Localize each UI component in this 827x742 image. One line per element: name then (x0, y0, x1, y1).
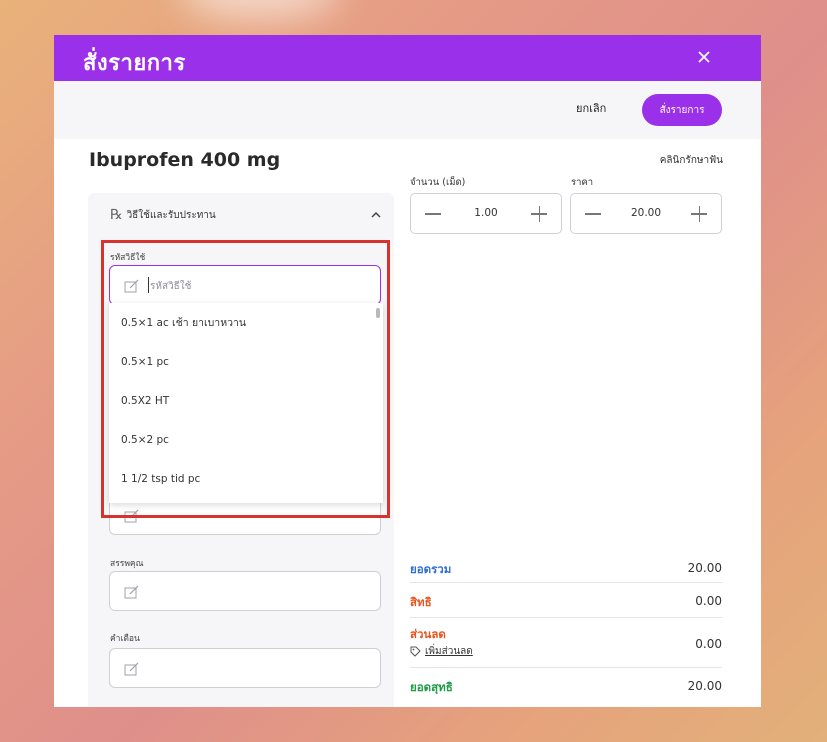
properties-input[interactable] (109, 571, 381, 611)
add-discount-label[interactable]: เพิ่มส่วนลด (425, 644, 473, 659)
quantity-label: จำนวน (เม็ด) (410, 177, 466, 188)
dropdown-option[interactable]: 0.5×1 pc (109, 342, 383, 381)
price-stepper[interactable]: 20.00 (570, 193, 722, 234)
dropdown-option[interactable]: 1 1/2 tsp tid pc (109, 459, 383, 498)
usage-code-input[interactable]: รหัสวิธีใช้ (109, 265, 381, 305)
action-bar: ยกเลิก สั่งรายการ (54, 81, 761, 139)
modal-header: สั่งรายการ (54, 35, 761, 81)
summary-rights-row: สิทธิ 0.00 (410, 591, 722, 618)
warning-input[interactable] (109, 648, 381, 688)
edit-icon (124, 585, 139, 599)
usage-code-label: รหัสวิธีใช้ (110, 253, 146, 263)
dropdown-scrollbar[interactable] (376, 308, 380, 318)
price-label: ราคา (571, 177, 594, 188)
modal-title: สั่งรายการ (83, 51, 186, 76)
order-modal: สั่งรายการ ยกเลิก สั่งรายการ Ibuprofen 4… (54, 35, 761, 707)
chevron-up-icon[interactable] (370, 211, 382, 219)
dropdown-option[interactable]: 0.5X2 HT (109, 381, 383, 420)
cancel-button[interactable]: ยกเลิก (576, 99, 606, 117)
order-button[interactable]: สั่งรายการ (642, 94, 722, 126)
usage-code-dropdown[interactable]: 0.5×1 ac เช้า ยาเบาหวาน 0.5×1 pc 0.5X2 H… (109, 303, 383, 503)
usage-code-placeholder: รหัสวิธีใช้ (150, 281, 192, 292)
rights-label: สิทธิ (410, 595, 432, 609)
usage-section-header[interactable]: ℞ วิธีใช้และรับประทาน (110, 207, 216, 223)
clinic-name: คลินิกรักษาฟัน (659, 155, 723, 166)
background-glow (180, 0, 340, 20)
total-value: 20.00 (687, 561, 722, 575)
dropdown-option[interactable]: 0.5×1 ac เช้า ยาเบาหวาน (109, 303, 383, 342)
quantity-stepper[interactable]: 1.00 (410, 193, 562, 234)
summary-net-row: ยอดสุทธิ 20.00 (410, 677, 722, 701)
usage-section-label: วิธีใช้และรับประทาน (126, 209, 216, 221)
tag-icon (410, 646, 421, 657)
text-caret (148, 277, 149, 293)
total-label: ยอดรวม (410, 562, 452, 576)
summary-total-row: ยอดรวม 20.00 (410, 559, 722, 583)
add-discount-link[interactable]: เพิ่มส่วนลด (410, 644, 473, 659)
discount-value: 0.00 (695, 637, 722, 651)
summary-discount-row: ส่วนลด 0.00 เพิ่มส่วนลด (410, 626, 722, 668)
net-value: 20.00 (687, 679, 722, 693)
close-icon[interactable] (694, 47, 714, 67)
edit-icon (124, 279, 139, 293)
rights-value: 0.00 (695, 594, 722, 608)
discount-label: ส่วนลด (410, 627, 446, 641)
net-label: ยอดสุทธิ (410, 680, 453, 694)
product-name: Ibuprofen 400 mg (89, 149, 281, 171)
plus-icon[interactable] (538, 206, 540, 222)
properties-label: สรรพคุณ (110, 559, 144, 569)
edit-icon (124, 662, 139, 676)
edit-icon (124, 509, 139, 523)
dropdown-option[interactable]: 0.5×2 pc (109, 420, 383, 459)
rx-icon: ℞ (110, 207, 123, 223)
plus-icon[interactable] (698, 206, 700, 222)
warning-label: คำเตือน (110, 634, 140, 644)
